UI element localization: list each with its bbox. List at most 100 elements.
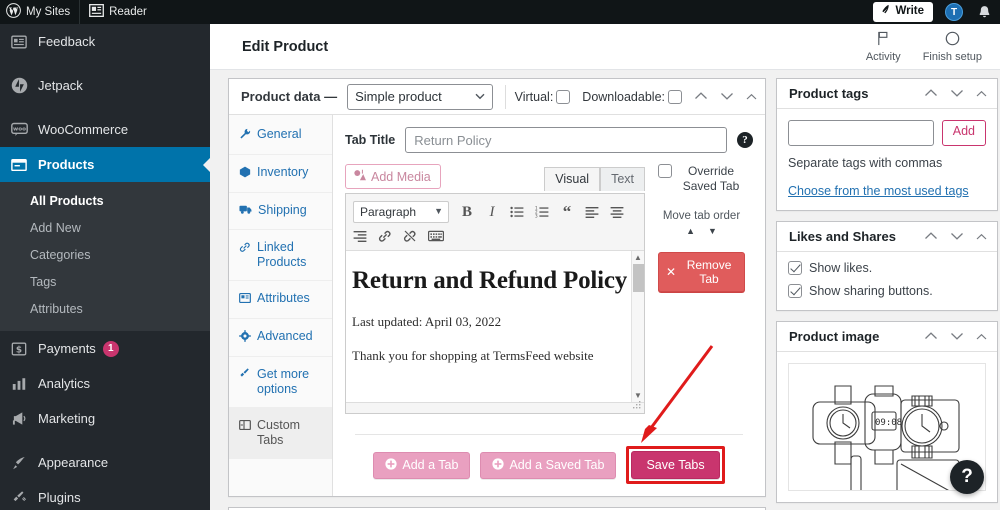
- main-column: Product data — Simple product Virtual: D…: [228, 78, 766, 510]
- product-type-select[interactable]: Simple product: [347, 83, 493, 110]
- pd-tab-general[interactable]: General: [229, 117, 332, 155]
- toggle-panel-icon[interactable]: [976, 86, 987, 101]
- arrow-up-icon[interactable]: ▲: [686, 226, 695, 236]
- align-left-icon[interactable]: [585, 206, 599, 218]
- tab-visual[interactable]: Visual: [544, 167, 601, 191]
- override-saved-tab-checkbox[interactable]: [658, 164, 672, 178]
- product-tags-title: Product tags: [789, 86, 869, 101]
- arrow-down-icon[interactable]: ▼: [708, 226, 717, 236]
- box-icon: [239, 166, 251, 182]
- remove-tab-button[interactable]: ✕ Remove Tab: [658, 252, 745, 292]
- add-media-button[interactable]: Add Media: [345, 164, 441, 189]
- sidebar-item-plugins[interactable]: Plugins: [0, 480, 210, 510]
- help-icon[interactable]: ?: [737, 132, 753, 148]
- override-saved-tab-row[interactable]: Override Saved Tab: [658, 164, 745, 194]
- write-button[interactable]: Write: [873, 2, 933, 22]
- editor-toolbar-row-2: [351, 226, 639, 246]
- pd-tab-attributes[interactable]: Attributes: [229, 281, 332, 319]
- help-fab-button[interactable]: ?: [950, 460, 984, 494]
- sidebar-item-feedback[interactable]: Feedback: [0, 24, 210, 59]
- add-tag-button[interactable]: Add: [941, 120, 986, 146]
- product-tags-input[interactable]: [788, 120, 934, 146]
- move-down-icon[interactable]: [950, 329, 964, 344]
- product-data-body: General Inventory Shipping Linked Produc…: [229, 115, 765, 496]
- sidebar-item-woocommerce[interactable]: woo WooCommerce: [0, 112, 210, 147]
- admin-bar-reader[interactable]: Reader: [80, 0, 156, 24]
- unlink-icon[interactable]: [403, 229, 417, 243]
- tab-text[interactable]: Text: [600, 167, 645, 191]
- show-likes-checkbox[interactable]: [788, 261, 802, 275]
- editor-scrollbar[interactable]: ▲ ▼: [631, 251, 644, 402]
- format-select[interactable]: Paragraph ▼: [353, 201, 449, 223]
- product-data-metabox: Product data — Simple product Virtual: D…: [228, 78, 766, 497]
- product-tags-header: Product tags: [777, 79, 997, 109]
- add-a-tab-button[interactable]: Add a Tab: [373, 451, 471, 479]
- scroll-up-arrow-icon[interactable]: ▲: [634, 253, 642, 262]
- editor-canvas[interactable]: Return and Refund Policy Last updated: A…: [346, 251, 644, 403]
- blockquote-icon[interactable]: “: [560, 203, 574, 220]
- move-up-icon[interactable]: [924, 329, 938, 344]
- align-center-icon[interactable]: [610, 206, 624, 218]
- move-down-icon[interactable]: [950, 229, 964, 244]
- plus-circle-icon: [385, 457, 397, 473]
- toggle-panel-icon[interactable]: [976, 229, 987, 244]
- sidebar-item-tags[interactable]: Tags: [0, 269, 210, 296]
- sidebar-item-products[interactable]: Products: [0, 147, 210, 182]
- toggle-panel-icon[interactable]: [746, 89, 757, 104]
- move-down-icon[interactable]: [950, 86, 964, 101]
- virtual-checkbox[interactable]: [556, 89, 571, 104]
- sidebar-item-analytics[interactable]: Analytics: [0, 366, 210, 401]
- insert-link-icon[interactable]: [378, 229, 392, 243]
- bell-icon[interactable]: [977, 5, 992, 20]
- scroll-down-arrow-icon[interactable]: ▼: [634, 391, 642, 400]
- editor-resize-handle[interactable]: [633, 401, 642, 412]
- sidebar-item-all-products[interactable]: All Products: [0, 188, 210, 215]
- sidebar-item-attributes[interactable]: Attributes: [0, 296, 210, 323]
- pd-tab-get-more-options[interactable]: Get more options: [229, 357, 332, 408]
- pd-tab-label: Attributes: [257, 291, 310, 305]
- pd-tab-shipping[interactable]: Shipping: [229, 193, 332, 230]
- plug-icon: [239, 368, 251, 384]
- admin-bar-my-sites[interactable]: W My Sites: [0, 0, 79, 24]
- pd-tab-linked-products[interactable]: Linked Products: [229, 230, 332, 281]
- metabox-order-controls: [694, 89, 757, 104]
- show-sharing-buttons-row[interactable]: Show sharing buttons.: [777, 275, 997, 310]
- show-sharing-buttons-checkbox[interactable]: [788, 284, 802, 298]
- pd-tab-custom-tabs[interactable]: Custom Tabs: [229, 408, 332, 459]
- move-up-icon[interactable]: [924, 229, 938, 244]
- sidebar-item-add-new[interactable]: Add New: [0, 215, 210, 242]
- sidebar-item-appearance[interactable]: Appearance: [0, 445, 210, 480]
- italic-icon[interactable]: I: [485, 204, 499, 221]
- activity-button[interactable]: Activity: [866, 31, 901, 63]
- scrollbar-thumb[interactable]: [633, 264, 644, 292]
- finish-setup-button[interactable]: Finish setup: [923, 31, 982, 63]
- pd-tab-inventory[interactable]: Inventory: [229, 155, 332, 193]
- likes-and-shares-header: Likes and Shares: [777, 222, 997, 252]
- pd-tab-label: Inventory: [257, 165, 309, 179]
- sidebar-item-marketing[interactable]: Marketing: [0, 401, 210, 436]
- align-right-icon[interactable]: [353, 230, 367, 242]
- move-up-icon[interactable]: [924, 86, 938, 101]
- downloadable-checkbox-row[interactable]: Downloadable:: [582, 89, 682, 104]
- bullet-list-icon[interactable]: [510, 206, 524, 218]
- toolbar-toggle-icon[interactable]: [428, 230, 444, 242]
- sidebar-item-payments[interactable]: $ Payments 1: [0, 331, 210, 366]
- avatar[interactable]: T: [945, 3, 963, 21]
- sidebar-item-jetpack[interactable]: Jetpack: [0, 68, 210, 103]
- downloadable-checkbox[interactable]: [668, 89, 682, 104]
- tab-title-input[interactable]: Return Policy: [405, 127, 727, 153]
- pd-tab-advanced[interactable]: Advanced: [229, 319, 332, 357]
- show-likes-row[interactable]: Show likes.: [777, 252, 997, 275]
- choose-most-used-tags-link[interactable]: Choose from the most used tags: [777, 170, 997, 210]
- sidebar-item-categories[interactable]: Categories: [0, 242, 210, 269]
- virtual-checkbox-row[interactable]: Virtual:: [515, 89, 571, 104]
- toggle-panel-icon[interactable]: [976, 329, 987, 344]
- move-down-icon[interactable]: [720, 89, 734, 104]
- save-tabs-button[interactable]: Save Tabs: [631, 451, 720, 479]
- bold-icon[interactable]: B: [460, 204, 474, 221]
- add-a-saved-tab-button[interactable]: Add a Saved Tab: [480, 451, 617, 479]
- tabs-icon: [239, 419, 251, 435]
- pd-tab-label: Linked Products: [257, 240, 307, 269]
- move-up-icon[interactable]: [694, 89, 708, 104]
- numbered-list-icon[interactable]: 123: [535, 206, 549, 218]
